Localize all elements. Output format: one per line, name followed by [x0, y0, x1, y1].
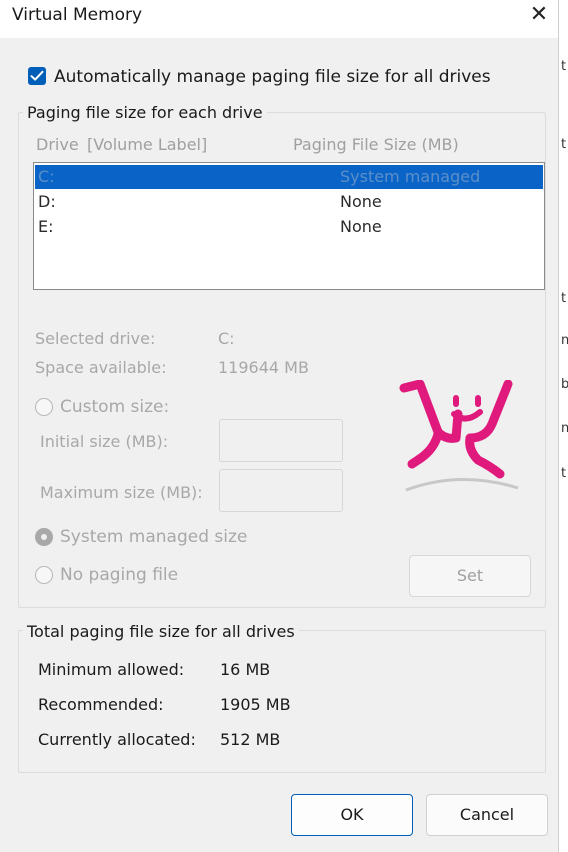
- recommended-label: Recommended:: [38, 695, 164, 714]
- system-managed-radio[interactable]: [35, 528, 53, 546]
- edge-glyph: t: [561, 291, 567, 306]
- no-paging-file-radio[interactable]: [35, 566, 53, 584]
- edge-glyph: t: [561, 466, 567, 481]
- column-header-paging-size: Paging File Size (MB): [293, 135, 459, 154]
- maximum-size-label: Maximum size (MB):: [40, 483, 203, 502]
- drive-paging-size: System managed: [340, 167, 481, 186]
- set-button[interactable]: Set: [409, 555, 531, 597]
- custom-size-label[interactable]: Custom size:: [60, 397, 169, 417]
- edge-glyph: n: [561, 421, 568, 436]
- initial-size-input[interactable]: [219, 419, 343, 462]
- selected-drive-value: C:: [218, 329, 235, 348]
- custom-size-radio[interactable]: [35, 398, 53, 416]
- window-title: Virtual Memory: [12, 5, 143, 25]
- space-available-value: 119644 MB: [218, 358, 309, 377]
- minimum-allowed-label: Minimum allowed:: [38, 660, 185, 679]
- drive-row-d[interactable]: D: None: [35, 190, 543, 214]
- drive-row-e[interactable]: E: None: [35, 215, 543, 239]
- system-managed-label[interactable]: System managed size: [60, 527, 247, 547]
- drive-letter: C:: [38, 167, 55, 186]
- recommended-value: 1905 MB: [220, 695, 291, 714]
- auto-manage-checkbox[interactable]: [28, 67, 46, 85]
- auto-manage-label[interactable]: Automatically manage paging file size fo…: [54, 67, 491, 87]
- smiley-figure-logo: [398, 379, 522, 492]
- currently-allocated-value: 512 MB: [220, 730, 281, 749]
- initial-size-label: Initial size (MB):: [40, 432, 169, 451]
- drive-row-c[interactable]: C: System managed: [35, 165, 543, 189]
- edge-glyph: n: [561, 333, 568, 348]
- column-header-drive: Drive: [36, 135, 79, 154]
- minimum-allowed-value: 16 MB: [220, 660, 271, 679]
- ok-button[interactable]: OK: [291, 794, 413, 836]
- edge-glyph: b: [561, 377, 568, 392]
- drives-group-legend: Paging file size for each drive: [23, 103, 267, 122]
- space-available-label: Space available:: [35, 358, 167, 377]
- totals-group-legend: Total paging file size for all drives: [23, 622, 299, 641]
- drive-paging-size: None: [340, 192, 382, 211]
- cancel-button[interactable]: Cancel: [426, 794, 548, 836]
- drive-letter: E:: [38, 217, 54, 236]
- close-icon[interactable]: ✕: [526, 2, 552, 30]
- background-window-edge: t t t n b n t: [558, 0, 568, 852]
- drive-paging-size: None: [340, 217, 382, 236]
- drive-list[interactable]: C: System managed D: None E: None: [33, 162, 545, 290]
- drive-letter: D:: [38, 192, 56, 211]
- column-header-volume-label: [Volume Label]: [87, 135, 208, 154]
- checkmark-icon: [30, 70, 44, 81]
- no-paging-file-label[interactable]: No paging file: [60, 565, 178, 585]
- edge-glyph: t: [561, 59, 567, 74]
- maximum-size-input[interactable]: [219, 469, 343, 512]
- selected-drive-label: Selected drive:: [35, 329, 156, 348]
- currently-allocated-label: Currently allocated:: [38, 730, 196, 749]
- edge-glyph: t: [561, 137, 567, 152]
